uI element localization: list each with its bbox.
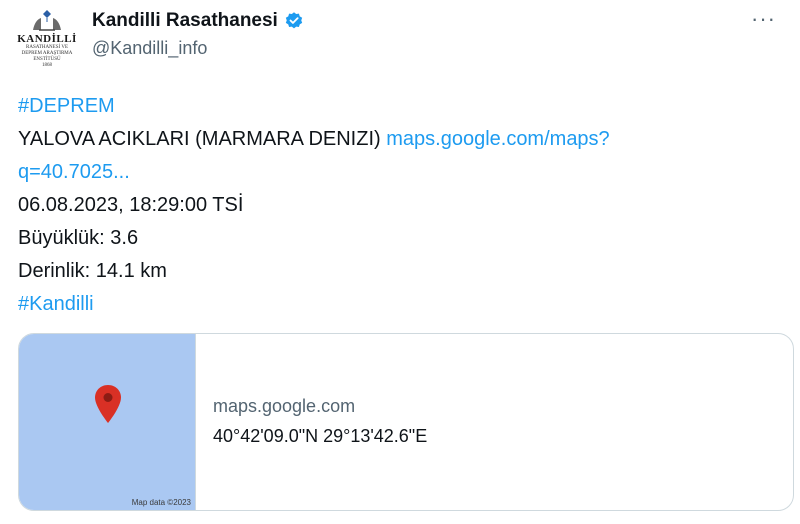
logo-subtitle-text: RASATHANESİ VE DEPREM ARAŞTIRMA ENSTİTÜS…	[21, 45, 73, 62]
verified-badge-icon	[285, 12, 303, 29]
card-domain: maps.google.com	[213, 396, 356, 416]
logo-title-text: KANDİLLİ	[17, 33, 77, 45]
datetime-text: 06.08.2023, 18:29:00 TSİ	[18, 194, 244, 216]
hashtag-kandilli[interactable]: #Kandilli	[18, 288, 738, 321]
maps-link-part1[interactable]: maps.google.com/maps?	[386, 128, 609, 150]
map-thumbnail: Map data ©2023	[19, 334, 196, 510]
location-text: YALOVA ACIKLARI (MARMARA DENIZI)	[18, 128, 387, 150]
maps-link-part2[interactable]: q=40.7025...	[18, 156, 738, 189]
logo-year-text: 1868	[42, 63, 52, 68]
depth-text: Derinlik: 14.1 km	[18, 260, 167, 282]
tweet-text: #DEPREM YALOVA ACIKLARI (MARMARA DENIZI)…	[18, 90, 738, 321]
account-avatar[interactable]: KANDİLLİ RASATHANESİ VE DEPREM ARAŞTIRMA…	[16, 8, 78, 70]
magnitude-text: Büyüklük: 3.6	[18, 227, 139, 249]
account-handle[interactable]: @Kandilli_info	[92, 38, 207, 59]
observatory-logo-icon	[33, 10, 61, 31]
map-credit: Map data ©2023	[131, 498, 191, 507]
link-preview-card[interactable]: Map data ©2023 maps.google.com 40°42'09.…	[18, 333, 794, 511]
card-title: 40°42'09.0"N 29°13'42.6"E	[213, 426, 428, 446]
location-line: YALOVA ACIKLARI (MARMARA DENIZI) maps.go…	[18, 123, 738, 156]
display-name[interactable]: Kandilli Rasathanesi	[92, 10, 278, 32]
hashtag-deprem[interactable]: #DEPREM	[18, 90, 738, 123]
account-name-row: Kandilli Rasathanesi	[92, 10, 304, 32]
more-options-button[interactable]: ···	[751, 6, 776, 32]
map-pin-icon	[95, 385, 121, 423]
